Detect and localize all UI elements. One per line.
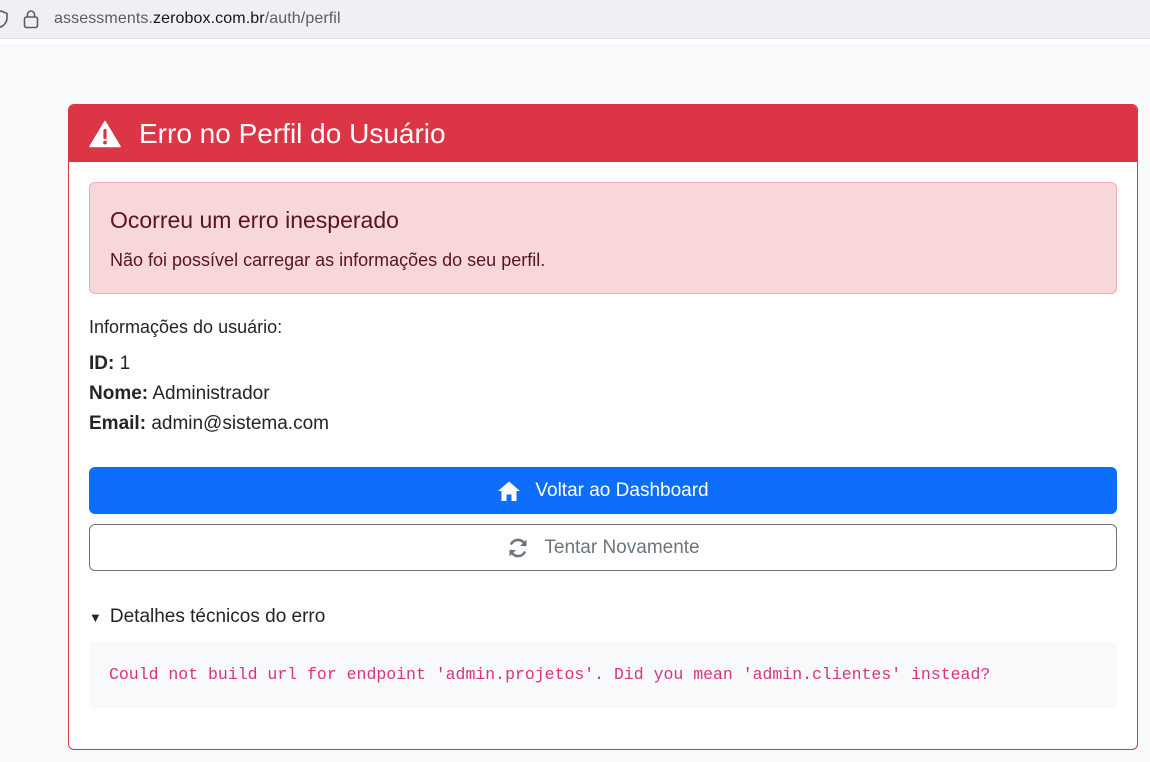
url-prefix: assessments. — [54, 10, 154, 27]
card-body: Ocorreu um erro inesperado Não foi possí… — [69, 162, 1137, 708]
user-id-label: ID: — [89, 353, 115, 374]
error-details-text: Could not build url for endpoint 'admin.… — [109, 665, 991, 684]
disclosure-triangle-icon: ▼ — [89, 609, 102, 625]
error-details-toggle[interactable]: ▼ Detalhes técnicos do erro — [89, 606, 325, 628]
page-top-strip — [0, 39, 1150, 44]
user-info-intro: Informações do usuário: — [89, 317, 283, 337]
error-alert: Ocorreu um erro inesperado Não foi possí… — [89, 182, 1117, 294]
browser-address-bar[interactable]: assessments.zerobox.com.br/auth/perfil — [0, 0, 1150, 39]
user-name-label: Nome: — [89, 383, 149, 404]
user-name-line: Nome: Administrador — [89, 383, 270, 405]
user-email-label: Email: — [89, 413, 147, 434]
user-email-line: Email: admin@sistema.com — [89, 413, 329, 435]
alert-heading: Ocorreu um erro inesperado — [110, 207, 399, 233]
user-email-value: admin@sistema.com — [151, 413, 329, 434]
back-to-dashboard-label: Voltar ao Dashboard — [535, 479, 709, 501]
user-name-value: Administrador — [152, 383, 270, 404]
alert-message: Não foi possível carregar as informações… — [110, 250, 546, 270]
user-id-value: 1 — [119, 353, 131, 374]
error-details-summary: Detalhes técnicos do erro — [109, 606, 326, 627]
user-id-line: ID: 1 — [89, 353, 130, 375]
card-header: Erro no Perfil do Usuário — [69, 105, 1137, 162]
page-title: Erro no Perfil do Usuário — [139, 117, 446, 149]
home-icon — [498, 481, 521, 501]
refresh-icon — [509, 538, 527, 557]
error-card: Erro no Perfil do Usuário Ocorreu um err… — [68, 104, 1138, 750]
shield-icon[interactable] — [0, 10, 8, 28]
url-text[interactable]: assessments.zerobox.com.br/auth/perfil — [54, 10, 341, 28]
url-host: zerobox.com.br — [153, 10, 265, 27]
url-path: /auth/perfil — [264, 10, 341, 27]
error-details-code-block: Could not build url for endpoint 'admin.… — [89, 642, 1117, 708]
retry-button[interactable]: Tentar Novamente — [89, 524, 1117, 571]
back-to-dashboard-button[interactable]: Voltar ao Dashboard — [89, 467, 1117, 514]
lock-icon[interactable] — [23, 9, 39, 29]
warning-triangle-icon — [89, 120, 121, 147]
retry-label: Tentar Novamente — [544, 536, 700, 558]
